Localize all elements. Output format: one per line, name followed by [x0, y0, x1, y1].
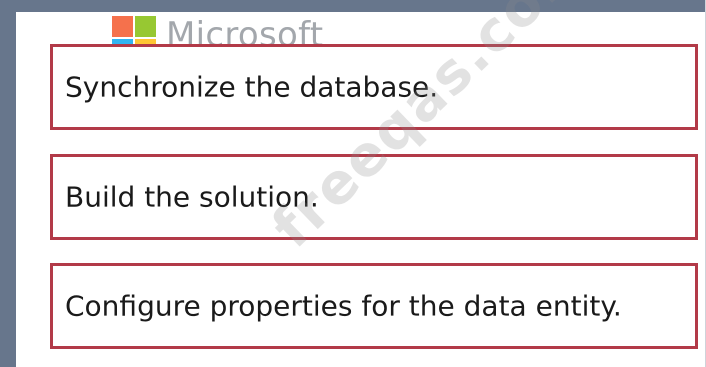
- step-label: Synchronize the database.: [65, 70, 439, 104]
- step-label: Build the solution.: [65, 180, 319, 214]
- step-box-synchronize[interactable]: Synchronize the database.: [50, 44, 698, 130]
- logo-green-square: [135, 16, 156, 37]
- left-border-strip: [0, 0, 16, 367]
- step-label: Configure properties for the data entity…: [65, 289, 622, 323]
- screenshot-frame: Microsoft Synchronize the database. Buil…: [0, 0, 706, 367]
- step-box-build[interactable]: Build the solution.: [50, 154, 698, 240]
- logo-red-square: [112, 16, 133, 37]
- top-border-strip: [0, 0, 706, 12]
- step-box-configure[interactable]: Configure properties for the data entity…: [50, 263, 698, 349]
